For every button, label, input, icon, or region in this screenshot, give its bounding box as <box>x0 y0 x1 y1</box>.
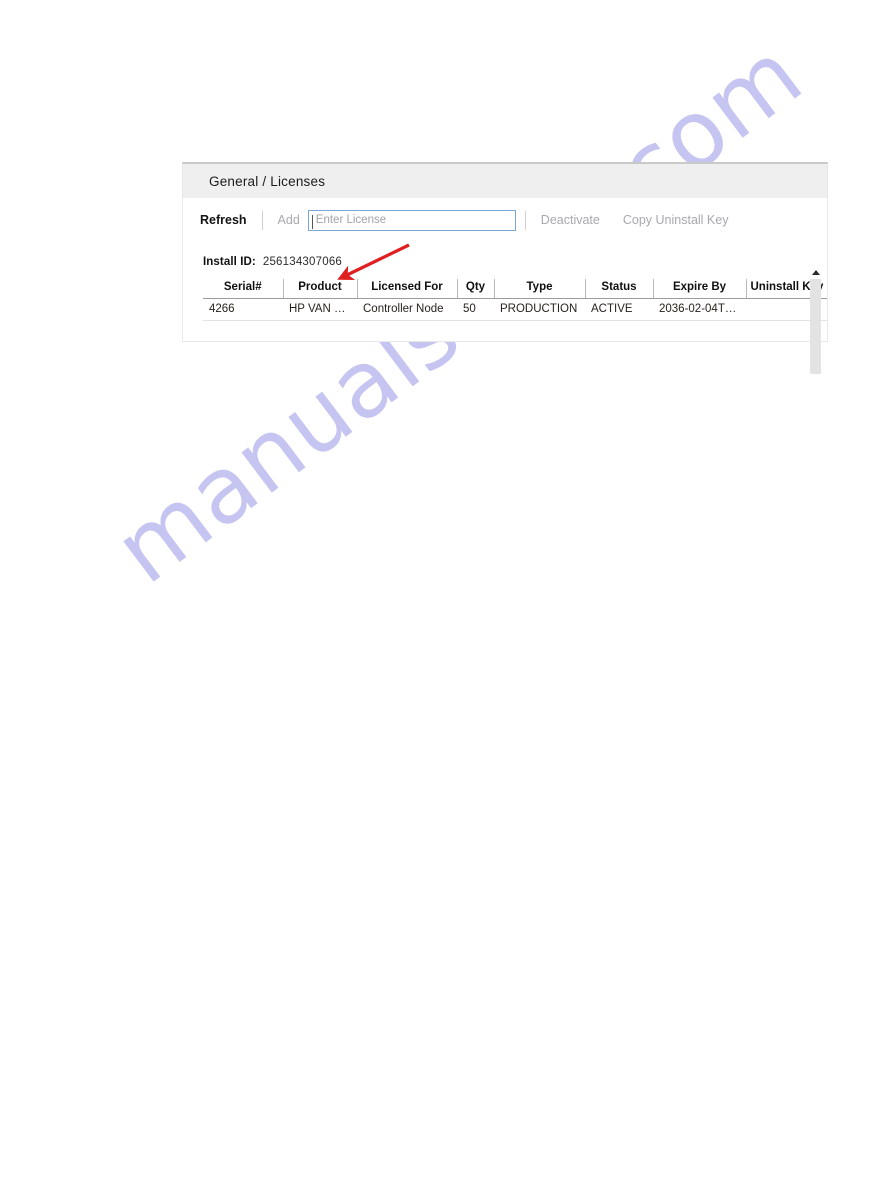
licenses-table: Serial# Product Licensed For Qty Type St… <box>203 279 827 321</box>
license-input[interactable] <box>307 209 516 231</box>
install-id-value: 256134307066 <box>262 256 343 268</box>
install-id-row: Install ID: 256134307066 <box>194 256 827 268</box>
table-row[interactable]: 4266 HP VAN SDN... Controller Node 50 PR… <box>203 298 827 321</box>
refresh-button[interactable]: Refresh <box>194 210 253 230</box>
column-header-serial[interactable]: Serial# <box>203 279 284 299</box>
cell-licensed-for: Controller Node <box>357 298 457 321</box>
licenses-panel: General / Licenses Refresh Add Deactivat… <box>182 162 828 374</box>
column-header-licensed-for[interactable]: Licensed For <box>357 279 458 299</box>
table-header-row: Serial# Product Licensed For Qty Type St… <box>203 279 827 299</box>
toolbar-divider-1 <box>261 210 263 230</box>
column-header-type[interactable]: Type <box>494 279 586 299</box>
text-caret <box>312 215 313 229</box>
deactivate-button[interactable]: Deactivate <box>535 210 606 230</box>
toolbar: Refresh Add Deactivate Copy Uninstall Ke… <box>194 198 827 236</box>
page-title: General / Licenses <box>209 173 326 189</box>
column-header-expire-by[interactable]: Expire By <box>653 279 747 299</box>
column-header-status[interactable]: Status <box>585 279 654 299</box>
cell-type: PRODUCTION <box>494 298 585 321</box>
cell-expire-by: 2036-02-04T23:3... <box>653 298 746 321</box>
vertical-scrollbar[interactable] <box>809 270 822 378</box>
column-header-qty[interactable]: Qty <box>457 279 495 299</box>
add-button[interactable]: Add <box>272 210 306 230</box>
panel-body: Refresh Add Deactivate Copy Uninstall Ke… <box>182 198 828 374</box>
panel-header: General / Licenses <box>182 162 828 198</box>
cell-product: HP VAN SDN... <box>283 298 357 321</box>
page-root: manualshive.com General / Licenses Refre… <box>0 0 892 1188</box>
toolbar-divider-2 <box>524 210 526 230</box>
column-header-product[interactable]: Product <box>283 279 358 299</box>
copy-uninstall-key-button[interactable]: Copy Uninstall Key <box>617 210 735 230</box>
scroll-up-arrow-icon[interactable] <box>811 270 820 275</box>
cell-serial: 4266 <box>203 298 283 321</box>
cell-status: ACTIVE <box>585 298 653 321</box>
scrollbar-thumb[interactable] <box>810 279 821 374</box>
install-id-label: Install ID: <box>203 256 256 268</box>
cell-qty: 50 <box>457 298 494 321</box>
licenses-table-wrap: Serial# Product Licensed For Qty Type St… <box>194 279 827 321</box>
